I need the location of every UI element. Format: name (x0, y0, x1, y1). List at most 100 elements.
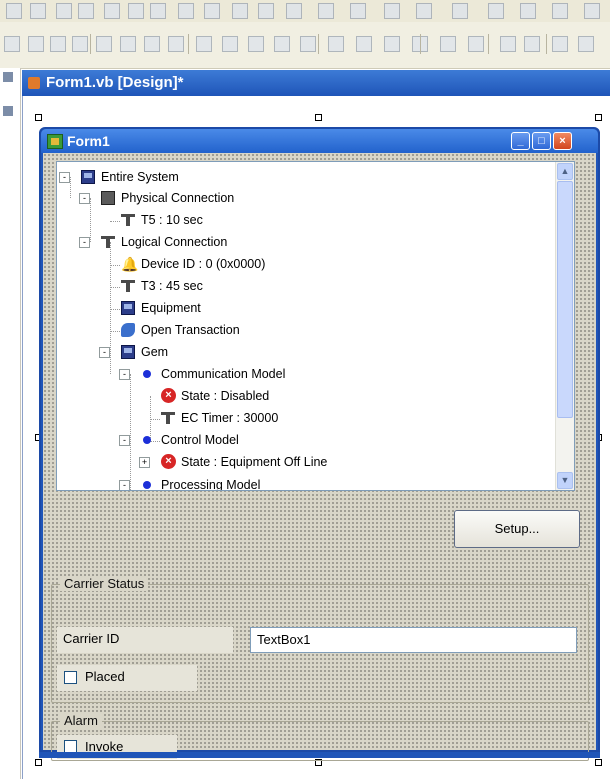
tree-node-label: Processing Model (161, 478, 261, 491)
tree-line (150, 396, 151, 440)
collapse-toggle[interactable]: - (119, 435, 130, 446)
tree-line (110, 287, 120, 288)
toolbar-separator (420, 34, 421, 54)
toolbar-button-icon[interactable] (104, 3, 120, 19)
toolbar-separator (546, 34, 547, 54)
layout-button-icon[interactable] (196, 36, 212, 52)
tree-node-label: T3 : 45 sec (141, 279, 203, 293)
tree-node-label: EC Timer : 30000 (181, 411, 279, 425)
layout-button-icon[interactable] (96, 36, 112, 52)
layout-button-icon[interactable] (384, 36, 400, 52)
layout-button-icon[interactable] (524, 36, 540, 52)
tree-node-label: Physical Connection (121, 191, 235, 205)
carrier-id-label: Carrier ID (57, 627, 233, 653)
blue-dot-icon (143, 370, 151, 378)
scroll-thumb[interactable] (557, 181, 573, 418)
toolbar-button-icon[interactable] (452, 3, 468, 19)
toolbox-marker-icon[interactable] (3, 106, 13, 116)
scroll-up-button[interactable]: ▲ (557, 163, 573, 180)
layout-button-icon[interactable] (222, 36, 238, 52)
tree-line (110, 242, 111, 374)
layout-button-icon[interactable] (440, 36, 456, 52)
maximize-button[interactable]: □ (532, 132, 551, 150)
toolbar-button-icon[interactable] (384, 3, 400, 19)
layout-button-icon[interactable] (500, 36, 516, 52)
toolbar-button-icon[interactable] (56, 3, 72, 19)
layout-button-icon[interactable] (356, 36, 372, 52)
resize-handle[interactable] (595, 759, 602, 766)
collapse-toggle[interactable]: - (79, 237, 90, 248)
tree-node-label: Entire System (101, 170, 179, 184)
error-icon: × (161, 388, 176, 403)
toolbox-marker-icon[interactable] (3, 72, 13, 82)
toolbar-button-icon[interactable] (416, 3, 432, 19)
toolbar-button-icon[interactable] (286, 3, 302, 19)
tree-node-label: State : Disabled (181, 389, 270, 403)
form-icon (47, 134, 63, 149)
layout-button-icon[interactable] (144, 36, 160, 52)
form-title-bar[interactable]: Form1 _ □ × (41, 129, 598, 153)
layout-button-icon[interactable] (50, 36, 66, 52)
toolbar-button-icon[interactable] (350, 3, 366, 19)
toolbar-button-icon[interactable] (318, 3, 334, 19)
toolbar-button-icon[interactable] (584, 3, 600, 19)
collapse-toggle[interactable]: - (99, 347, 110, 358)
expand-toggle[interactable]: + (139, 457, 150, 468)
close-button[interactable]: × (553, 132, 572, 150)
scroll-down-button[interactable]: ▼ (557, 472, 573, 489)
carrier-id-input[interactable]: TextBox1 (250, 627, 577, 653)
setup-button[interactable]: Setup... (454, 510, 580, 548)
resize-handle[interactable] (35, 759, 42, 766)
layout-button-icon[interactable] (168, 36, 184, 52)
layout-button-icon[interactable] (248, 36, 264, 52)
collapse-toggle[interactable]: - (59, 172, 70, 183)
resize-handle[interactable] (35, 114, 42, 121)
toolbar-button-icon[interactable] (128, 3, 144, 19)
toolbar-button-icon[interactable] (6, 3, 22, 19)
toolbar-button-icon[interactable] (150, 3, 166, 19)
collapse-toggle[interactable]: - (119, 480, 130, 490)
toolbar-button-icon[interactable] (30, 3, 46, 19)
toolbar-button-icon[interactable] (520, 3, 536, 19)
collapse-toggle[interactable]: - (79, 193, 90, 204)
resize-handle[interactable] (595, 114, 602, 121)
resize-handle[interactable] (315, 114, 322, 121)
layout-button-icon[interactable] (468, 36, 484, 52)
layout-button-icon[interactable] (328, 36, 344, 52)
layout-button-icon[interactable] (28, 36, 44, 52)
error-icon: × (161, 454, 176, 469)
tree-view[interactable]: - Entire System - Physical Connection T5… (56, 161, 575, 491)
layout-button-icon[interactable] (4, 36, 20, 52)
network-card-icon (101, 191, 115, 205)
placed-checkbox-row[interactable]: Placed (57, 665, 197, 691)
tree-line (110, 221, 120, 222)
toolbar-button-icon[interactable] (178, 3, 194, 19)
layout-button-icon[interactable] (578, 36, 594, 52)
bell-icon: 🔔 (121, 256, 139, 272)
toolbar-button-icon[interactable] (78, 3, 94, 19)
collapse-toggle[interactable]: - (119, 369, 130, 380)
toolbar-separator (488, 34, 489, 54)
toolbar-button-icon[interactable] (232, 3, 248, 19)
layout-button-icon[interactable] (300, 36, 316, 52)
form-bottom-border (39, 752, 600, 758)
toolbar-button-icon[interactable] (488, 3, 504, 19)
minimize-button[interactable]: _ (511, 132, 530, 150)
toolbar-button-icon[interactable] (204, 3, 220, 19)
toolbox-strip (0, 68, 21, 779)
toolbar-separator (188, 34, 189, 54)
timer-icon (121, 279, 135, 293)
placed-label: Placed (85, 669, 125, 684)
layout-button-icon[interactable] (552, 36, 568, 52)
form-client-area: - Entire System - Physical Connection T5… (43, 153, 596, 761)
designer-title-bar[interactable]: Form1.vb [Design]* (22, 70, 610, 96)
tree-scrollbar[interactable]: ▲ ▼ (555, 162, 574, 490)
layout-button-icon[interactable] (120, 36, 136, 52)
tree-node-label: Logical Connection (121, 235, 228, 249)
layout-button-icon[interactable] (274, 36, 290, 52)
tree-line (90, 198, 91, 242)
placed-checkbox[interactable] (64, 671, 77, 684)
toolbar-button-icon[interactable] (258, 3, 274, 19)
layout-button-icon[interactable] (72, 36, 88, 52)
toolbar-button-icon[interactable] (552, 3, 568, 19)
